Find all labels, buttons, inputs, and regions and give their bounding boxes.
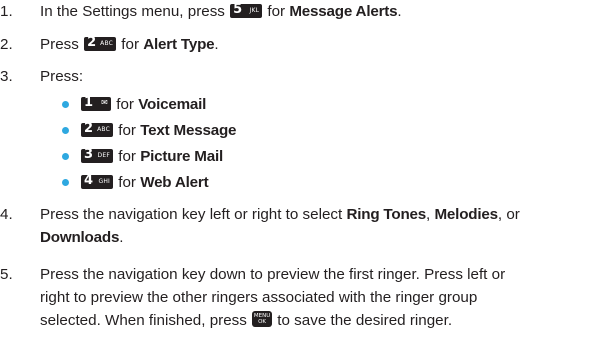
step-text: right to preview the other ringers assoc…	[40, 289, 478, 306]
substep-web-alert: 4 GHI for Web Alert	[0, 171, 599, 195]
alert-type-option: Voicemail	[138, 96, 207, 113]
step-text: Press the navigation key down to preview…	[40, 266, 506, 283]
bullet-icon	[62, 127, 69, 134]
key-4-icon: 4 GHI	[81, 173, 113, 189]
substep-picture-mail: 3 DEF for Picture Mail	[0, 145, 599, 169]
ringer-group-option: Melodies	[434, 206, 498, 223]
substep-text: for	[118, 122, 136, 139]
substep-text: for	[118, 148, 136, 165]
key-3-icon: 3 DEF	[81, 147, 113, 163]
key-5-icon: 5 JKL	[230, 2, 263, 18]
step-number: 1.	[0, 3, 13, 20]
bullet-icon	[62, 179, 69, 186]
bullet-icon	[62, 101, 69, 108]
substep-text-message: 2 ABC for Text Message	[0, 119, 599, 143]
step-2: 2. Press 2 ABC for Alert Type.	[0, 35, 219, 53]
menu-option: Alert Type	[143, 36, 215, 53]
step-text: for	[121, 36, 140, 53]
key-2-icon: 2 ABC	[81, 121, 113, 137]
step-number: 3.	[0, 68, 13, 85]
alert-type-option: Picture Mail	[140, 148, 224, 165]
step-text: Press the navigation key left or right t…	[40, 206, 343, 223]
ringer-group-option: Ring Tones	[346, 206, 427, 223]
ringer-group-option: Downloads	[40, 229, 120, 246]
alert-type-option: Text Message	[140, 122, 237, 139]
menu-ok-key-icon: MENU OK	[252, 311, 273, 327]
menu-option: Message Alerts	[289, 3, 398, 20]
key-2-icon: 2 ABC	[84, 35, 117, 51]
key-1-icon: 1 ✉	[81, 95, 111, 111]
step-text: for	[267, 3, 286, 20]
step-4: 4. Press the navigation key left or righ…	[0, 206, 520, 246]
substep-text: for	[116, 96, 134, 113]
step-text: selected. When finished, press	[40, 312, 247, 329]
step-1: 1. In the Settings menu, press 5 JKL for …	[0, 2, 402, 20]
substep-text: for	[118, 174, 136, 191]
step-text: Press:	[40, 68, 84, 85]
step-number: 2.	[0, 36, 13, 53]
step-number: 4.	[0, 206, 13, 223]
step-5: 5. Press the navigation key down to prev…	[0, 263, 599, 359]
step-number: 5.	[0, 266, 13, 283]
step-text: In the Settings menu, press	[40, 3, 225, 20]
step-text: to save the desired ringer.	[277, 312, 453, 329]
substep-voicemail: 1 ✉ for Voicemail	[0, 93, 599, 117]
step-text: Press	[40, 36, 79, 53]
alert-type-option: Web Alert	[140, 174, 209, 191]
step-3: 3. Press:	[0, 65, 599, 89]
bullet-icon	[62, 153, 69, 160]
